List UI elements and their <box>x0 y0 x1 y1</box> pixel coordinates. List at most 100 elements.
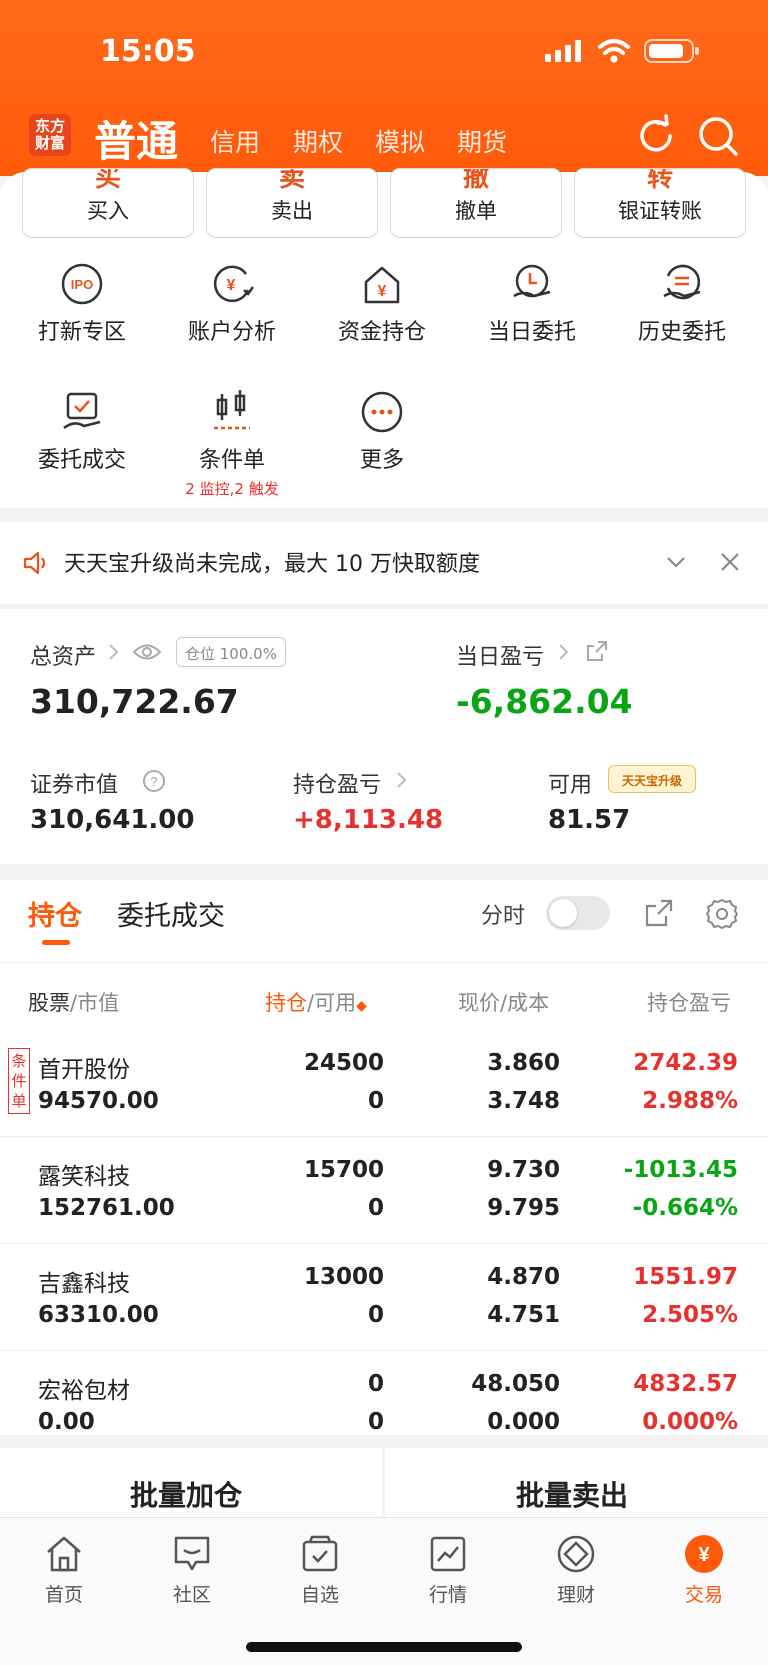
table-row[interactable]: 露笑科技 152761.00 15700 0 9.730 9.795 -1013… <box>0 1137 768 1244</box>
tab-credit[interactable]: 信用 <box>210 123 260 159</box>
available-qty: 0 <box>367 1302 384 1328</box>
nav-market[interactable]: 行情 <box>384 1534 512 1607</box>
cost-price: 0.000 <box>487 1409 560 1435</box>
batch-actions: 批量加仓 批量卖出 <box>0 1448 768 1518</box>
tab-futures[interactable]: 期货 <box>457 123 507 159</box>
daily-pl-label[interactable]: 当日盈亏 <box>456 639 544 671</box>
more-icon <box>361 391 403 433</box>
stock-market-value: 63310.00 <box>38 1302 159 1328</box>
table-row[interactable]: 条件单 首开股份 94570.00 24500 0 3.860 3.748 27… <box>0 1030 768 1137</box>
current-price: 3.860 <box>487 1050 560 1076</box>
nav-community[interactable]: 社区 <box>128 1534 256 1607</box>
cancel-order-button[interactable]: 撤 撤单 <box>390 168 562 238</box>
ipo-icon: IPO <box>61 263 103 305</box>
stock-name: 宏裕包材 <box>38 1378 130 1404</box>
notice-bar[interactable]: 天天宝升级尚未完成，最大 10 万快取额度 <box>0 522 768 604</box>
refresh-icon[interactable] <box>634 114 678 158</box>
nav-watchlist[interactable]: 自选 <box>256 1534 384 1607</box>
daily-pl-value: -6,862.04 <box>456 682 633 721</box>
eye-icon[interactable] <box>132 641 162 663</box>
holding-pl: -1013.45 <box>623 1157 738 1183</box>
market-value-label: 证券市值 <box>30 773 119 798</box>
col-market-value: 市值 <box>77 991 120 1015</box>
stock-name: 首开股份 <box>38 1057 130 1083</box>
col-cost: 成本 <box>507 991 550 1015</box>
grid-item-today-orders[interactable]: 当日委托 <box>457 262 607 346</box>
tab-orders-deals[interactable]: 委托成交 <box>117 894 225 933</box>
available-label: 可用 <box>548 773 593 798</box>
gear-icon[interactable] <box>706 898 738 930</box>
holding-pl: 4832.57 <box>633 1371 738 1397</box>
holding-pl-label[interactable]: 持仓盈亏 <box>293 767 381 799</box>
col-holding-sort[interactable]: 持仓/可用◆ <box>265 987 367 1017</box>
svg-text:¥: ¥ <box>378 283 387 300</box>
app: 15:05 东方财富 普通 信用 期权 模拟 期货 买 买入 卖 卖出 撤 撤单… <box>0 0 768 1665</box>
nav-home[interactable]: 首页 <box>0 1534 128 1607</box>
col-price: 现价 <box>458 991 500 1015</box>
holding-pl: 1551.97 <box>633 1264 738 1290</box>
current-price: 9.730 <box>487 1157 560 1183</box>
col-stock: 股票 <box>28 991 70 1015</box>
share-icon[interactable] <box>644 898 674 928</box>
position-ratio-badge: 仓位 100.0% <box>176 637 286 667</box>
cellular-signal-icon <box>545 40 581 62</box>
market-icon <box>430 1536 466 1572</box>
nav-wealth[interactable]: 理财 <box>512 1534 640 1607</box>
intraday-toggle[interactable] <box>546 896 610 930</box>
grid-item-order-deal[interactable]: 委托成交 <box>7 390 157 474</box>
tab-simulation[interactable]: 模拟 <box>375 123 425 159</box>
sell-button[interactable]: 卖 卖出 <box>206 168 378 238</box>
stock-market-value: 94570.00 <box>38 1088 159 1114</box>
stock-name: 露笑科技 <box>38 1164 130 1190</box>
grid-item-ipo[interactable]: IPO 打新专区 <box>7 262 157 346</box>
today-orders-icon <box>513 264 551 298</box>
cost-price: 3.748 <box>487 1088 560 1114</box>
total-assets-label[interactable]: 总资产 <box>30 639 96 671</box>
tiantianbao-upgrade-badge[interactable]: 天天宝升级 <box>608 765 696 793</box>
community-icon <box>174 1536 210 1571</box>
intraday-toggle-label: 分时 <box>481 904 526 929</box>
speaker-icon <box>23 551 46 575</box>
svg-text:¥: ¥ <box>698 1544 710 1566</box>
bank-transfer-button[interactable]: 转 银证转账 <box>574 168 746 238</box>
holding-pl-pct: 0.000% <box>642 1409 738 1435</box>
nav-trade[interactable]: ¥ 交易 <box>640 1534 768 1607</box>
svg-text:IPO: IPO <box>71 277 93 292</box>
active-tab-indicator <box>42 940 70 945</box>
wifi-icon <box>598 39 630 63</box>
battery-icon <box>644 39 699 63</box>
grid-item-more[interactable]: 更多 <box>307 390 457 474</box>
tab-options[interactable]: 期权 <box>293 123 343 159</box>
market-value: 310,641.00 <box>30 805 195 835</box>
current-price: 48.050 <box>471 1371 560 1397</box>
app-logo: 东方财富 <box>29 114 71 156</box>
batch-sell-button[interactable]: 批量卖出 <box>516 1474 628 1514</box>
svg-text:?: ? <box>150 774 157 789</box>
table-row[interactable]: 宏裕包材 0.00 0 0 48.050 0.000 4832.57 0.000… <box>0 1351 768 1458</box>
grid-item-account-analysis[interactable]: ¥ 账户分析 <box>157 262 307 346</box>
chevron-right-icon <box>559 644 569 660</box>
holdings-panel: 持仓 委托成交 分时 股票/市值 持仓/可用◆ 现价/成本 持仓盈亏 条件单 首… <box>0 880 768 1435</box>
trade-icon: ¥ <box>685 1535 723 1573</box>
grid-item-funds-position[interactable]: ¥ 资金持仓 <box>307 262 457 346</box>
holding-pl-value: +8,113.48 <box>293 805 444 835</box>
holding-pl-pct: 2.505% <box>642 1302 738 1328</box>
home-icon <box>47 1536 81 1572</box>
holding-pl-pct: -0.664% <box>632 1195 738 1221</box>
batch-add-button[interactable]: 批量加仓 <box>130 1474 242 1514</box>
search-icon[interactable] <box>696 114 740 158</box>
close-icon[interactable] <box>718 550 742 574</box>
condition-order-tag: 条件单 <box>8 1048 30 1114</box>
holdings-column-header: 股票/市值 持仓/可用◆ 现价/成本 持仓盈亏 <box>0 962 768 1030</box>
tab-holdings[interactable]: 持仓 <box>28 894 82 933</box>
help-icon[interactable]: ? <box>142 769 166 793</box>
chevron-down-icon[interactable] <box>664 550 688 574</box>
grid-item-condition-order[interactable]: 条件单 2 监控,2 触发 <box>157 390 307 499</box>
table-row[interactable]: 吉鑫科技 63310.00 13000 0 4.870 4.751 1551.9… <box>0 1244 768 1351</box>
grid-item-history-orders[interactable]: 历史委托 <box>607 262 757 346</box>
account-analysis-icon: ¥ <box>213 265 254 303</box>
buy-button[interactable]: 买 买入 <box>22 168 194 238</box>
history-orders-icon <box>663 264 701 300</box>
share-icon[interactable] <box>586 640 608 662</box>
tab-normal[interactable]: 普通 <box>94 108 178 169</box>
